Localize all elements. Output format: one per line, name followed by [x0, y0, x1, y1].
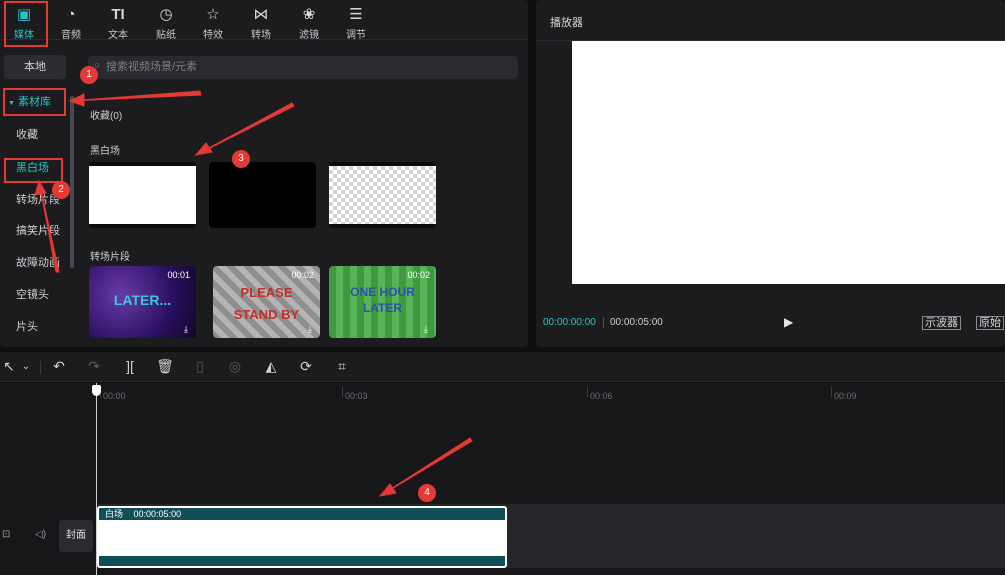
arrow-4-head — [378, 483, 397, 497]
annotation-badge-3: 3 — [232, 150, 250, 168]
arrow-1 — [69, 90, 202, 102]
annotation-badge-4: 4 — [418, 484, 436, 502]
arrow-1-head — [68, 93, 85, 107]
annotation-arrows — [34, 90, 473, 497]
annotation-badge-2: 2 — [52, 181, 70, 199]
arrow-3 — [195, 102, 295, 156]
arrow-3-head — [194, 142, 213, 156]
annotation-badge-1: 1 — [80, 66, 98, 84]
arrow-2-head — [34, 179, 47, 196]
